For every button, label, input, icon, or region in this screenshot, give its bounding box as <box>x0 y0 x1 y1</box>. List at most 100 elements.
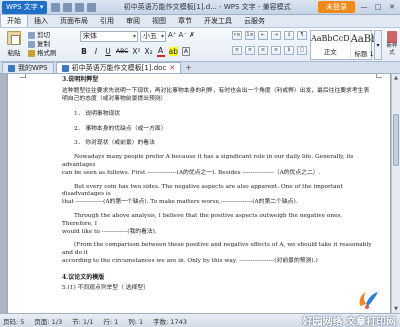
chevron-down-icon: ▾ <box>39 2 44 11</box>
tab-developer[interactable]: 开发工具 <box>198 15 238 27</box>
status-bar: 页码: 5 页面: 1/3 节: 1/1 行: 1 列: 1 字数: 1743 … <box>0 313 400 327</box>
strikethrough-button[interactable]: ABC <box>116 48 128 55</box>
increase-indent-icon[interactable]: ⇥ <box>271 31 281 40</box>
document-tabs: 我的WPS 初中英语万能作文模板[1].doc ✕ + <box>0 62 400 74</box>
align-left-icon[interactable]: ≡ <box>232 46 242 55</box>
status-word-count[interactable]: 字数: 1743 <box>153 316 187 326</box>
list-item: 1． 说明事物现状 <box>74 110 121 117</box>
doc-tab-label: 我的WPS <box>18 63 48 72</box>
section-heading: 4.议论文的模版 <box>62 273 105 281</box>
align-center-icon[interactable]: ≡ <box>245 46 255 55</box>
english-paragraph: (From the comparison between these posit… <box>62 242 372 257</box>
style-normal[interactable]: AaBbCcD 正文 <box>311 31 351 59</box>
show-marks-icon[interactable]: ¶ <box>297 31 307 40</box>
maximize-button[interactable]: □ <box>373 3 383 11</box>
print-icon[interactable] <box>63 2 73 12</box>
align-right-icon[interactable]: ≡ <box>258 46 268 55</box>
doc-tab-my-wps[interactable]: 我的WPS <box>2 62 54 73</box>
char-border-button[interactable]: A <box>181 47 190 56</box>
style-normal-name: 正文 <box>323 48 337 56</box>
borders-icon[interactable]: □ <box>297 46 307 55</box>
scroll-thumb[interactable] <box>393 114 399 166</box>
paste-label: 粘贴 <box>7 49 21 57</box>
wps-icon <box>8 64 15 72</box>
tab-insert[interactable]: 插入 <box>28 15 54 27</box>
paste-icon <box>7 31 21 45</box>
close-tab-icon[interactable]: ✕ <box>169 63 175 74</box>
english-paragraph-cont: would like to -------------(我的看法). <box>62 228 157 235</box>
underline-button[interactable]: U <box>104 47 112 56</box>
decrease-indent-icon[interactable]: ⇤ <box>258 31 268 40</box>
close-button[interactable]: ✕ <box>387 3 397 11</box>
paragraph-tools-row2: ≡ ≡ ≡ ≡ ↨ □ <box>232 46 307 55</box>
copy-button[interactable]: 复制 <box>28 40 68 49</box>
document-page[interactable]: 3.说明利弊型 这种题型往往要求先说明一下现状，再对比事物本身的利弊，有时也会出… <box>8 74 390 313</box>
copy-icon <box>28 41 35 48</box>
new-tab-button[interactable]: + <box>181 62 196 73</box>
intro-paragraph: 这种题型往往要求先说明一下现状，再对比事物本身的利弊，有时也会出一个角度（利或弊… <box>62 88 370 102</box>
highlight-button[interactable]: ab <box>168 47 178 56</box>
bold-button[interactable]: B <box>80 47 88 56</box>
tab-home[interactable]: 开始 <box>0 14 28 27</box>
style-more-button[interactable]: ▾ <box>374 30 382 60</box>
superscript-button[interactable]: X² <box>132 47 140 56</box>
tab-view[interactable]: 视图 <box>146 15 172 27</box>
cut-button[interactable]: 剪切 <box>28 31 68 40</box>
doc-tab-current[interactable]: 初中英语万能作文模板[1].doc ✕ <box>55 62 182 74</box>
list-item: 2． 事物本身的优缺点（或一方面） <box>74 125 167 132</box>
bullets-icon[interactable]: •≡ <box>232 31 242 40</box>
new-style-button[interactable]: 新样式 <box>384 30 400 60</box>
section-heading: 3.说明利弊型 <box>62 76 99 83</box>
new-style-label: 新样式 <box>386 43 398 56</box>
tab-review[interactable]: 审阅 <box>120 15 146 27</box>
tab-section[interactable]: 章节 <box>172 15 198 27</box>
document-canvas[interactable]: 3.说明利弊型 这种题型往往要求先说明一下现状，再对比事物本身的利弊，有时也会出… <box>0 74 391 313</box>
font-color-button[interactable]: A <box>156 46 165 57</box>
copy-label: 复制 <box>37 40 50 48</box>
italic-button[interactable]: I <box>92 47 100 56</box>
status-pages[interactable]: 页面: 1/3 <box>34 316 62 326</box>
scissors-icon <box>28 32 35 39</box>
status-section: 节: 1/1 <box>72 317 94 326</box>
line-spacing-icon[interactable]: ↨ <box>284 46 294 55</box>
list-item: 3． 你对现状（或前景）的看法 <box>74 140 155 147</box>
crop-mark <box>20 74 26 78</box>
clear-format-button[interactable]: ✗ <box>189 31 195 39</box>
font-size-select[interactable]: 小五 <box>140 31 166 42</box>
redo-icon[interactable] <box>87 2 97 12</box>
undo-icon[interactable] <box>75 2 85 12</box>
english-paragraph-cont: according to the circumstances we are in… <box>62 258 318 265</box>
cut-label: 剪切 <box>37 31 50 39</box>
format-painter-button[interactable]: 格式刷 <box>28 49 68 58</box>
tab-page-layout[interactable]: 页面布局 <box>54 15 94 27</box>
subscript-button[interactable]: X₂ <box>144 47 152 56</box>
grow-font-button[interactable]: A⁺ <box>168 31 176 39</box>
new-style-icon <box>387 31 397 43</box>
doc-tab-label: 初中英语万能作文模板[1].doc <box>71 63 167 72</box>
scroll-down-icon[interactable]: ▼ <box>392 305 400 313</box>
brush-icon <box>28 50 35 57</box>
english-paragraph: But every coin has two sides. The negati… <box>62 183 343 198</box>
save-icon[interactable] <box>51 2 61 12</box>
tab-cloud[interactable]: 云服务 <box>238 15 271 27</box>
login-button[interactable]: 未登录 <box>318 1 355 13</box>
site-logo-icon <box>359 292 378 309</box>
sort-icon[interactable]: ↕ <box>284 31 294 40</box>
english-paragraph: Through the above analysis, I believe th… <box>62 213 343 227</box>
wps-app-button[interactable]: WPS 文字 ▾ <box>2 0 48 14</box>
justify-icon[interactable]: ≡ <box>271 46 281 55</box>
list-item: 5.(1) 不同观点列举型（ 选择型） <box>62 285 149 291</box>
paste-button[interactable]: 粘贴 <box>3 30 25 60</box>
scroll-up-icon[interactable]: ▲ <box>392 74 400 82</box>
watermark-text: 好园网络 文章打印网 <box>302 317 396 327</box>
shrink-font-button[interactable]: A⁻ <box>178 31 186 39</box>
vertical-scrollbar[interactable]: ▲ ▼ <box>391 74 400 313</box>
style-normal-sample: AaBbCcD <box>311 34 350 43</box>
numbering-icon[interactable]: 1≡ <box>245 31 255 40</box>
tab-references[interactable]: 引用 <box>94 15 120 27</box>
font-name-select[interactable]: 宋体 <box>80 31 138 42</box>
status-page[interactable]: 页码: 5 <box>3 316 24 326</box>
minimize-button[interactable]: — <box>359 3 369 11</box>
ribbon-tabs: 开始 插入 页面布局 引用 审阅 视图 章节 开发工具 云服务 <box>0 14 400 28</box>
status-row: 行: 1 <box>103 317 119 326</box>
